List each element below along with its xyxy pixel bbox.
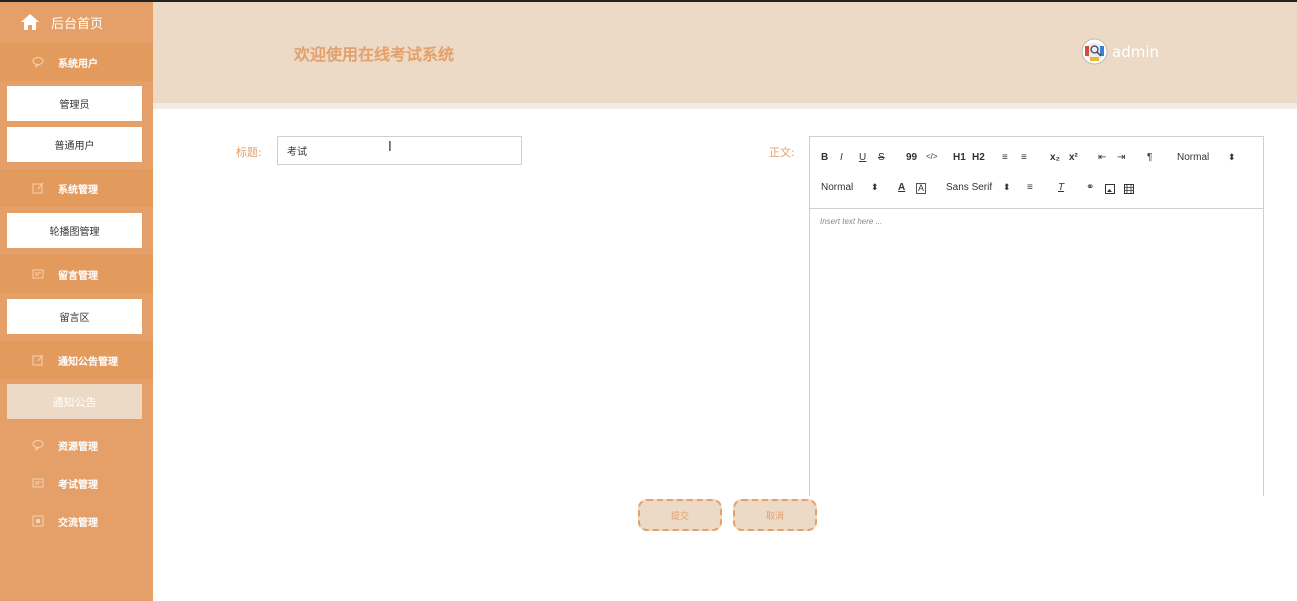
sidebar-item-notice[interactable]: 通知公告	[7, 384, 142, 419]
size-select[interactable]: Normal	[821, 182, 853, 193]
text-direction-button[interactable]: ¶	[1147, 152, 1152, 163]
subscript-button[interactable]: x₂	[1050, 152, 1060, 163]
home-label: 后台首页	[51, 16, 104, 32]
menu-header-label: 系统管理	[58, 184, 98, 196]
menu-header-label: 考试管理	[58, 479, 98, 491]
avatar	[1081, 38, 1108, 65]
page-title: 欢迎使用在线考试系统	[294, 45, 455, 64]
edit-icon	[32, 182, 44, 194]
rich-text-editor[interactable]: B I U S 99 </> H1 H2 ≡ ≡ x₂ x² ⇤ ⇥ ¶ Nor…	[809, 136, 1264, 496]
sidebar-home-link[interactable]: 后台首页	[0, 2, 153, 42]
bullet-list-button[interactable]: ≡	[1021, 152, 1027, 163]
menu-header-label: 留言管理	[58, 270, 98, 282]
menu-header-message-management[interactable]: 留言管理	[0, 255, 153, 293]
heading2-button[interactable]: H2	[972, 152, 985, 163]
header-select-caret-icon[interactable]: ⬍	[1228, 152, 1236, 163]
content-label: 正文:	[769, 146, 795, 159]
title-label: 标题:	[236, 146, 262, 159]
menu-header-system-management[interactable]: 系统管理	[0, 169, 153, 207]
background-color-icon[interactable]: A	[916, 183, 927, 194]
title-input[interactable]	[277, 136, 522, 165]
edit-icon	[32, 354, 44, 366]
submit-button[interactable]: 提交	[638, 499, 722, 531]
header-divider	[153, 103, 1297, 109]
editor-placeholder: Insert text here ...	[820, 217, 883, 226]
italic-button[interactable]: I	[840, 152, 843, 163]
menu-header-label: 交流管理	[58, 517, 98, 529]
link-icon[interactable]: ⚭	[1086, 182, 1094, 193]
menu-header-label: 资源管理	[58, 441, 98, 453]
align-icon[interactable]: ≡	[1027, 182, 1033, 193]
clear-format-icon[interactable]: T	[1058, 182, 1064, 193]
sidebar: 后台首页 系统用户 管理员 普通用户 系统管理 轮播图管理 留言管理 留言区 通…	[0, 2, 153, 601]
size-select-caret-icon[interactable]: ⬍	[871, 182, 879, 193]
menu-header-label: 通知公告管理	[58, 356, 118, 368]
header-select[interactable]: Normal	[1177, 152, 1209, 163]
menu-header-system-users[interactable]: 系统用户	[0, 43, 153, 81]
top-header: 欢迎使用在线考试系统 admin	[153, 2, 1297, 103]
square-icon	[32, 515, 44, 527]
cancel-button[interactable]: 取消	[733, 499, 817, 531]
chat-bubble-icon	[32, 440, 44, 451]
text-cursor-icon: I	[388, 140, 392, 155]
outdent-button[interactable]: ⇤	[1098, 152, 1106, 163]
heading1-button[interactable]: H1	[953, 152, 966, 163]
username: admin	[1112, 42, 1159, 61]
home-icon	[21, 14, 39, 30]
menu-header-resource-management[interactable]: 资源管理	[0, 426, 153, 464]
superscript-button[interactable]: x²	[1069, 152, 1078, 163]
sidebar-item-message-board[interactable]: 留言区	[7, 299, 142, 334]
sidebar-item-carousel[interactable]: 轮播图管理	[7, 213, 142, 248]
strike-button[interactable]: S	[878, 152, 885, 163]
underline-button[interactable]: U	[859, 152, 866, 163]
menu-header-communication-management[interactable]: 交流管理	[0, 502, 153, 540]
indent-button[interactable]: ⇥	[1117, 152, 1125, 163]
menu-header-label: 系统用户	[58, 58, 98, 70]
blockquote-button[interactable]: 99	[906, 152, 917, 163]
message-icon	[32, 478, 44, 488]
menu-header-exam-management[interactable]: 考试管理	[0, 464, 153, 502]
ordered-list-button[interactable]: ≡	[1002, 152, 1008, 163]
font-select-caret-icon[interactable]: ⬍	[1003, 182, 1011, 193]
bold-button[interactable]: B	[821, 152, 828, 163]
sidebar-item-normal-user[interactable]: 普通用户	[7, 127, 142, 162]
message-icon	[32, 269, 44, 279]
menu-header-notice-management[interactable]: 通知公告管理	[0, 341, 153, 379]
video-icon[interactable]	[1124, 184, 1134, 194]
user-menu[interactable]: admin	[1081, 38, 1159, 65]
editor-toolbar: B I U S 99 </> H1 H2 ≡ ≡ x₂ x² ⇤ ⇥ ¶ Nor…	[810, 137, 1263, 209]
sidebar-item-admin[interactable]: 管理员	[7, 86, 142, 121]
font-select[interactable]: Sans Serif	[946, 182, 992, 193]
chat-bubble-icon	[32, 57, 44, 68]
text-color-icon[interactable]: A	[898, 182, 905, 193]
code-block-button[interactable]: </>	[926, 152, 938, 161]
image-icon[interactable]	[1105, 184, 1115, 194]
